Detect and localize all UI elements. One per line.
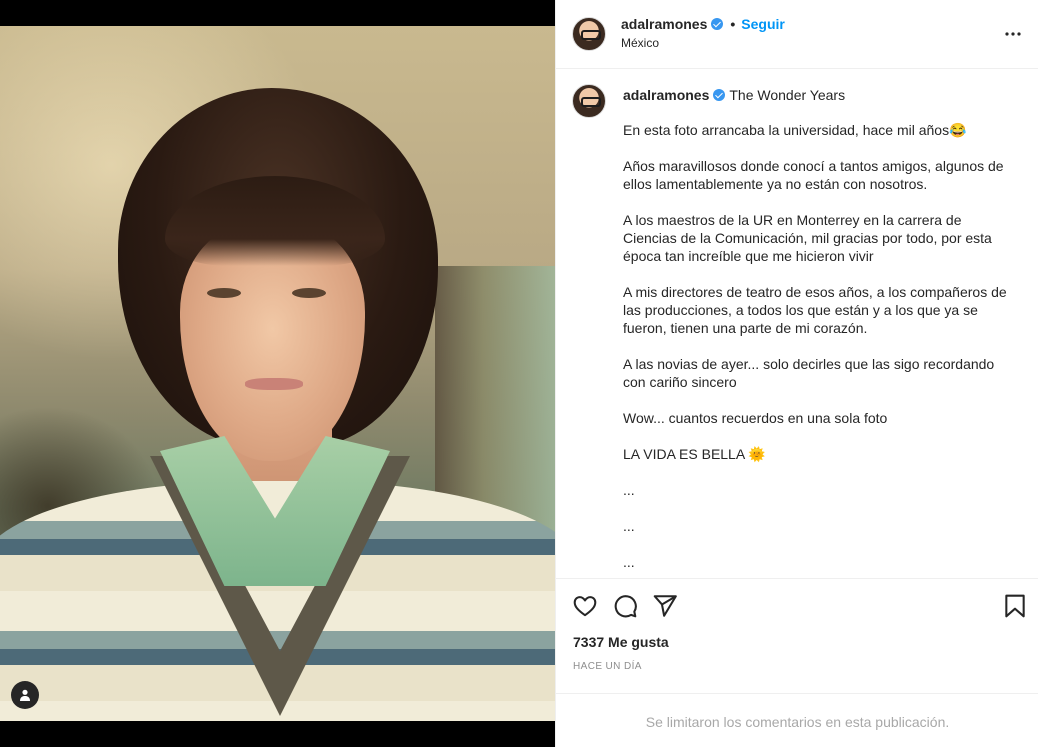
comments-limited-notice: Se limitaron los comentarios en esta pub… bbox=[556, 693, 1038, 747]
like-button[interactable] bbox=[572, 593, 598, 619]
caption-section: adalramones The Wonder Years En esta foto… bbox=[556, 70, 1038, 578]
caption-paragraph: A las novias de ayer... solo decirles qu… bbox=[623, 356, 995, 390]
comment-button[interactable] bbox=[612, 593, 638, 619]
caption-paragraph: En esta foto arrancaba la universidad, h… bbox=[623, 122, 967, 138]
verified-badge-icon bbox=[711, 18, 724, 30]
post-header: adalramones • Seguir México bbox=[556, 0, 1038, 69]
caption-paragraph: A mis directores de teatro de esos años,… bbox=[623, 284, 1007, 336]
photo-mouth bbox=[245, 378, 303, 390]
caption-username-link[interactable]: adalramones bbox=[623, 87, 709, 103]
share-button[interactable] bbox=[652, 593, 678, 619]
caption-paragraph: ... bbox=[623, 482, 635, 498]
username-link[interactable]: adalramones bbox=[621, 16, 707, 32]
caption-paragraph: A los maestros de la UR en Monterrey en … bbox=[623, 212, 992, 264]
more-options-button[interactable] bbox=[1003, 24, 1023, 44]
comment-icon bbox=[614, 595, 637, 618]
follow-button[interactable]: Seguir bbox=[741, 16, 785, 32]
post-photo[interactable] bbox=[0, 26, 555, 721]
heart-icon bbox=[573, 596, 597, 617]
bookmark-icon bbox=[1005, 594, 1025, 618]
caption-paragraph: LA VIDA ES BELLA 🌞 bbox=[623, 446, 766, 462]
post-actions: 7337 Me gusta HACE UN DÍA bbox=[556, 578, 1038, 693]
photo-eye-left bbox=[207, 288, 241, 298]
post-header-title: adalramones • Seguir bbox=[621, 16, 785, 32]
separator-dot: • bbox=[730, 16, 736, 32]
photo-eye-right bbox=[292, 288, 326, 298]
caption-paragraph: ... bbox=[623, 554, 635, 570]
location-link[interactable]: México bbox=[621, 36, 659, 50]
caption-paragraph: Wow... cuantos recuerdos en una sola fot… bbox=[623, 410, 888, 426]
caption-avatar[interactable] bbox=[572, 84, 606, 118]
post-side-panel: adalramones • Seguir México adalramones The… bbox=[555, 0, 1038, 747]
post-media bbox=[0, 0, 555, 747]
caption-text: En esta foto arrancaba la universidad, h… bbox=[623, 121, 1015, 578]
like-count[interactable]: 7337 Me gusta bbox=[573, 634, 669, 650]
avatar[interactable] bbox=[572, 17, 606, 51]
caption-paragraph: Años maravillosos donde conocí a tantos … bbox=[623, 158, 1004, 192]
verified-badge-icon bbox=[713, 89, 726, 101]
caption-paragraph: ... bbox=[623, 518, 635, 534]
post-timestamp[interactable]: HACE UN DÍA bbox=[573, 661, 642, 672]
more-horizontal-icon bbox=[1005, 32, 1021, 36]
tagged-users-button[interactable] bbox=[11, 681, 39, 709]
caption-title: The Wonder Years bbox=[729, 87, 846, 103]
caption-header: adalramones The Wonder Years bbox=[623, 87, 845, 103]
share-icon bbox=[653, 595, 677, 617]
person-icon bbox=[20, 689, 30, 701]
save-button[interactable] bbox=[1002, 593, 1028, 619]
